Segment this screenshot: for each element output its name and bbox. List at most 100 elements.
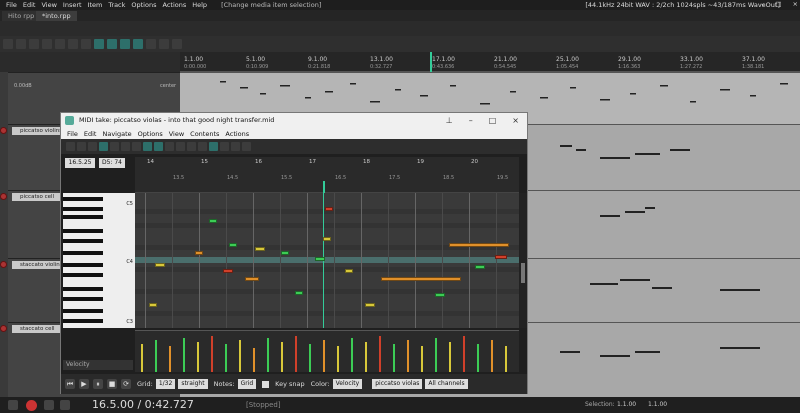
midi-note[interactable] — [345, 269, 353, 273]
quantize-icon[interactable] — [110, 142, 119, 151]
crossfade-icon[interactable] — [159, 39, 169, 49]
midi-note[interactable] — [475, 265, 485, 269]
record-arm-button[interactable] — [0, 325, 7, 332]
midi-note[interactable] — [223, 269, 233, 273]
swing-icon[interactable] — [231, 142, 240, 151]
maximize-icon[interactable]: □ — [775, 0, 781, 8]
velocity-bar[interactable] — [463, 336, 465, 372]
midi-note[interactable] — [315, 257, 325, 261]
menu-track[interactable]: Track — [108, 1, 125, 9]
midi-note[interactable] — [155, 263, 165, 267]
take-select[interactable]: piccatso violas — [372, 379, 423, 389]
midi-note[interactable] — [325, 207, 333, 211]
velocity-bar[interactable] — [239, 340, 241, 372]
menu-help[interactable]: Help — [192, 1, 207, 9]
midi-ruler[interactable]: 14 15 16 17 18 19 20 13.5 14.5 15.5 16.5… — [135, 157, 519, 193]
note-info-display[interactable]: D5: 74 — [99, 158, 125, 168]
velocity-bar[interactable] — [183, 338, 185, 372]
midi-note[interactable] — [195, 251, 203, 255]
midi-menu-view[interactable]: View — [169, 130, 184, 138]
zoom-icon[interactable] — [132, 142, 141, 151]
midi-note[interactable] — [365, 303, 375, 307]
midi-note[interactable] — [149, 303, 157, 307]
midi-note[interactable] — [495, 255, 507, 259]
track-name[interactable]: piccatso cell — [12, 193, 64, 201]
named-notes-icon[interactable] — [77, 142, 86, 151]
tab-into[interactable]: *into.rpp — [36, 11, 77, 21]
black-key[interactable] — [63, 251, 103, 255]
group-icon[interactable] — [133, 39, 143, 49]
velocity-bar[interactable] — [435, 338, 437, 372]
midi-note[interactable] — [255, 247, 265, 251]
settings-icon[interactable] — [42, 39, 52, 49]
menu-file[interactable]: File — [6, 1, 17, 9]
midi-note[interactable] — [295, 291, 303, 295]
menu-item[interactable]: Item — [88, 1, 103, 9]
record-arm-button[interactable] — [0, 261, 7, 268]
midi-menu-contents[interactable]: Contents — [190, 130, 219, 138]
midi-note[interactable] — [229, 243, 237, 247]
velocity-bar[interactable] — [169, 346, 171, 372]
velocity-bar[interactable] — [351, 338, 353, 372]
metronome-icon[interactable] — [81, 39, 91, 49]
metronome-icon[interactable] — [242, 142, 251, 151]
velocity-bar[interactable] — [197, 342, 199, 372]
swing-select[interactable]: straight — [178, 379, 208, 389]
filter-icon[interactable] — [176, 142, 185, 151]
velocity-bar[interactable] — [267, 338, 269, 372]
record-arm-button[interactable] — [0, 193, 7, 200]
midi-editor-titlebar[interactable]: MIDI take: piccatso violas - into that g… — [61, 113, 527, 128]
cursor-position-display[interactable]: 16.5.25 — [65, 158, 95, 168]
velocity-bar[interactable] — [449, 342, 451, 372]
color-select[interactable]: Velocity — [332, 379, 363, 389]
black-key[interactable] — [63, 297, 103, 301]
channel-select[interactable]: All channels — [425, 379, 468, 389]
black-key[interactable] — [63, 287, 103, 291]
velocity-bar[interactable] — [365, 342, 367, 372]
midi-menu-navigate[interactable]: Navigate — [102, 130, 131, 138]
midi-menu-actions[interactable]: Actions — [225, 130, 249, 138]
loop-icon[interactable] — [165, 142, 174, 151]
tab-hito[interactable]: Hito rpp — [2, 11, 41, 21]
open-project-icon[interactable] — [16, 39, 26, 49]
midi-note[interactable] — [209, 219, 217, 223]
velocity-bar[interactable] — [225, 344, 227, 372]
velocity-bar[interactable] — [309, 344, 311, 372]
midi-note[interactable] — [281, 251, 289, 255]
minimize-icon[interactable]: – — [761, 0, 764, 8]
key-snap-checkbox[interactable] — [262, 380, 270, 388]
vertical-scrollbar[interactable] — [519, 193, 527, 328]
lock-icon[interactable] — [172, 39, 182, 49]
rewind-icon[interactable] — [8, 400, 18, 410]
notes-select[interactable]: Grid — [237, 379, 257, 389]
arrange-ruler[interactable]: 1.1.00 5.1.00 9.1.00 13.1.00 17.1.00 21.… — [180, 52, 800, 72]
black-key[interactable] — [63, 239, 103, 243]
black-key[interactable] — [63, 273, 103, 277]
pause-icon[interactable] — [60, 400, 70, 410]
loop-icon[interactable]: ⟳ — [121, 379, 131, 389]
black-key[interactable] — [63, 319, 103, 323]
chord-icon[interactable] — [198, 142, 207, 151]
record-arm-button[interactable] — [0, 127, 7, 134]
velocity-bar[interactable] — [281, 342, 283, 372]
stop-icon[interactable]: ■ — [107, 379, 117, 389]
midi-menu-edit[interactable]: Edit — [84, 130, 97, 138]
step-input-icon[interactable] — [209, 142, 218, 151]
selection-end[interactable]: 1.1.00 — [648, 401, 667, 408]
velocity-bar[interactable] — [393, 344, 395, 372]
midi-note[interactable] — [435, 293, 445, 297]
black-key[interactable] — [63, 263, 103, 267]
black-key[interactable] — [63, 229, 103, 233]
envelope-icon[interactable] — [146, 39, 156, 49]
piano-roll-icon[interactable] — [66, 142, 75, 151]
track-pan[interactable]: center — [160, 83, 176, 89]
midi-note[interactable] — [245, 277, 259, 281]
grid-select[interactable]: 1/32 — [155, 379, 176, 389]
close-icon[interactable]: × — [512, 113, 519, 128]
track-name[interactable]: piccatso violins — [12, 127, 64, 135]
event-list-icon[interactable] — [88, 142, 97, 151]
velocity-bar[interactable] — [505, 346, 507, 372]
menu-actions[interactable]: Actions — [162, 1, 186, 9]
note-mode-icon[interactable] — [143, 142, 152, 151]
track-volume[interactable]: 0.00dB — [14, 83, 32, 89]
